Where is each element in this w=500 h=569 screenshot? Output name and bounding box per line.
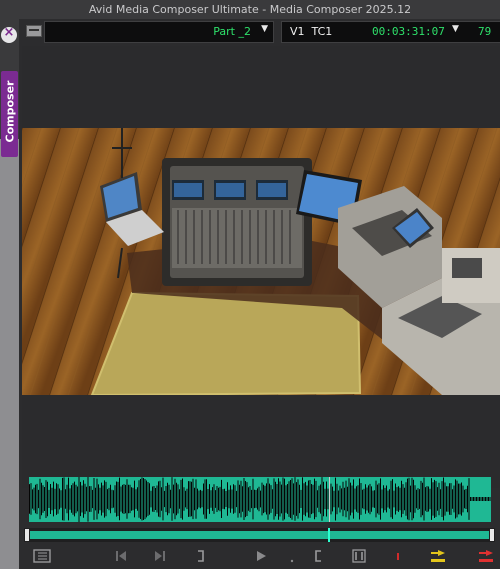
position-bar-end [490, 529, 494, 541]
track-list-icon[interactable] [32, 549, 52, 565]
position-bar[interactable] [24, 528, 495, 542]
position-indicator[interactable] [328, 528, 331, 542]
fast-menu-icon[interactable] [26, 25, 42, 37]
mark-out-icon[interactable] [194, 549, 208, 565]
video-frame [22, 128, 500, 395]
timecode-display[interactable]: V1 TC1 00:03:31:07 ▼ 79 [281, 21, 500, 43]
step-forward-icon[interactable] [149, 549, 169, 565]
splice-in-icon[interactable] [428, 549, 448, 565]
timecode-value: 00:03:31:07 [372, 25, 445, 38]
close-icon: × [3, 25, 15, 40]
mark-clip-icon[interactable] [350, 549, 368, 565]
record-monitor[interactable] [22, 46, 500, 488]
title-bar: Avid Media Composer Ultimate - Media Com… [0, 0, 500, 20]
audio-waveform[interactable] [29, 477, 491, 522]
studio-mixing-console-image [22, 128, 500, 395]
tab-composer[interactable]: Composer [1, 71, 18, 157]
dot-icon [287, 549, 297, 565]
overwrite-icon[interactable] [476, 549, 496, 565]
step-backward-icon[interactable] [112, 549, 132, 565]
waveform-graphic [29, 477, 491, 522]
dropdown-arrow-icon: ▼ [452, 24, 459, 34]
clip-name: Part _2 [213, 25, 251, 38]
waveform-playhead [329, 477, 331, 522]
position-track [30, 531, 489, 539]
tab-composer-label: Composer [3, 80, 17, 143]
side-tab-bar: × Composer [0, 19, 20, 569]
composer-window: Part _2 ▼ V1 TC1 00:03:31:07 ▼ 79 [19, 19, 500, 569]
second-timecode-value: 79 [478, 25, 492, 38]
window-title: Avid Media Composer Ultimate - Media Com… [88, 3, 412, 16]
red-marker-icon[interactable] [392, 549, 404, 565]
clip-name-menu[interactable]: Part _2 ▼ [44, 21, 274, 43]
dropdown-arrow-icon: ▼ [261, 24, 268, 34]
position-bar-start [25, 529, 29, 541]
side-strip [0, 139, 19, 569]
composer-header: Part _2 ▼ V1 TC1 00:03:31:07 ▼ 79 [19, 19, 500, 45]
composer-toolbar [19, 545, 500, 569]
play-icon[interactable] [251, 549, 271, 565]
track-label: V1 TC1 [290, 25, 333, 38]
close-composer-button[interactable]: × [1, 25, 17, 43]
mark-in-icon[interactable] [311, 549, 325, 565]
